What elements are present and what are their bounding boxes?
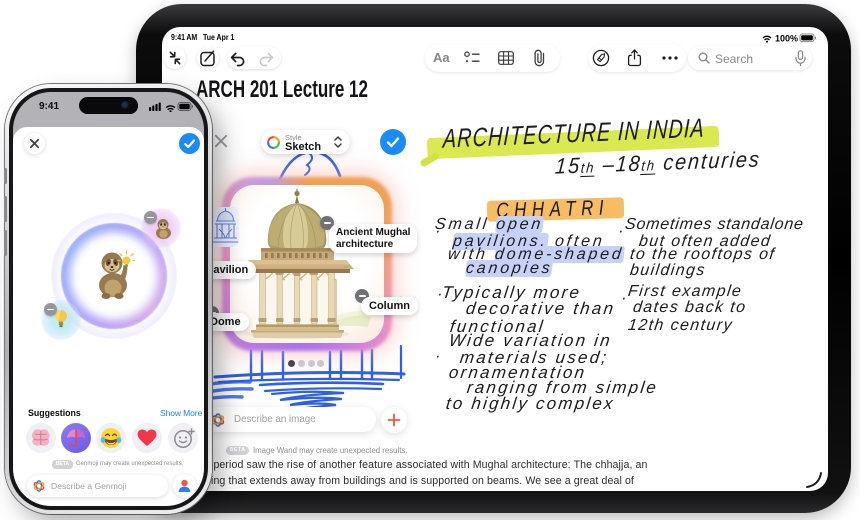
svg-text:100%: 100% bbox=[775, 34, 798, 44]
